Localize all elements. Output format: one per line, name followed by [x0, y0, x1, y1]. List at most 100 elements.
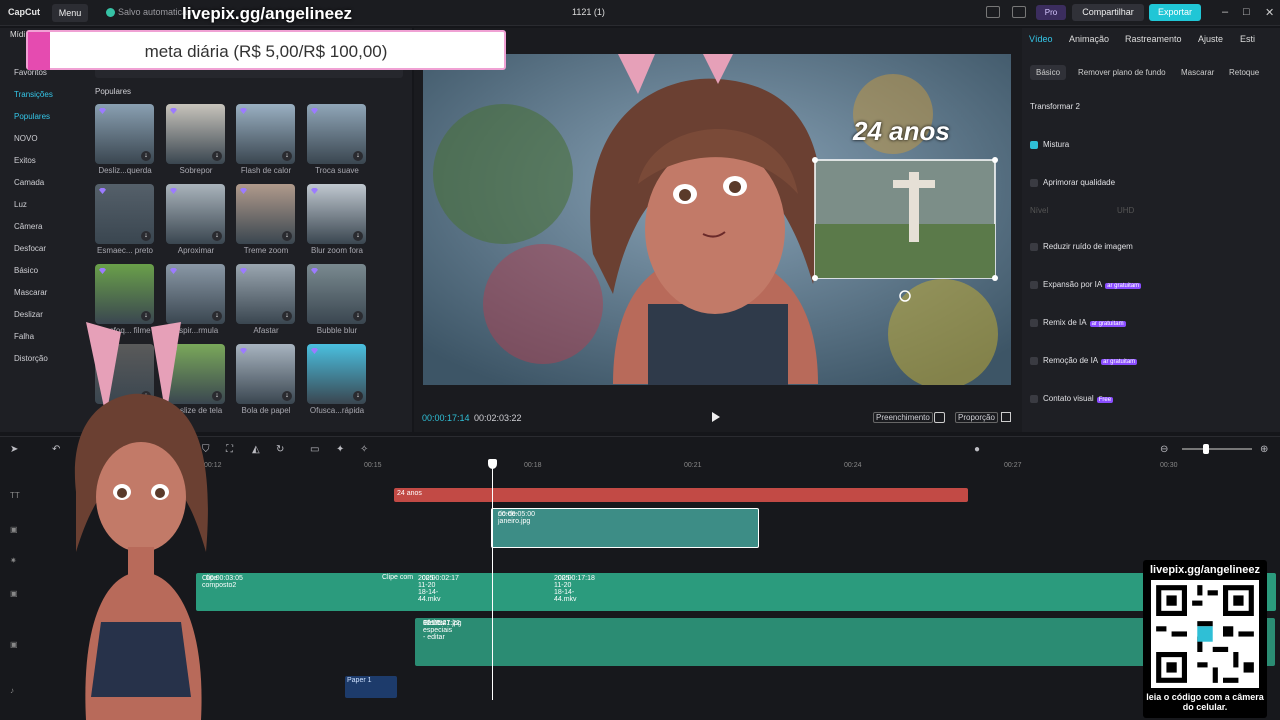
transition-thumbnail[interactable]: ↓ — [307, 264, 366, 324]
category-popular[interactable]: Populares — [14, 112, 50, 121]
category-light[interactable]: Luz — [14, 200, 27, 209]
main-video-track[interactable]: Clipe composto2 00:00:03:05 Clipe com 20… — [196, 573, 1276, 611]
ratio-button[interactable]: Proporção — [955, 412, 998, 423]
download-icon[interactable]: ↓ — [141, 311, 151, 321]
subtab-mask[interactable]: Mascarar — [1175, 65, 1220, 80]
download-icon[interactable]: ↓ — [141, 231, 151, 241]
magic-icon[interactable]: ✦ — [336, 444, 344, 455]
ai-icon[interactable]: ✧ — [360, 444, 368, 455]
crop-icon[interactable]: ⛶ — [226, 444, 233, 455]
category-hits[interactable]: Exitos — [14, 156, 36, 165]
category-mask[interactable]: Mascarar — [14, 288, 47, 297]
maximize-icon[interactable]: □ — [1243, 6, 1250, 18]
download-icon[interactable]: ↓ — [353, 231, 363, 241]
pro-badge[interactable]: Pro — [1036, 5, 1066, 20]
transition-thumbnail[interactable]: ↓ — [95, 184, 154, 244]
transition-thumbnail[interactable]: ↓ — [95, 104, 154, 164]
subtab-retouch[interactable]: Retoque — [1223, 65, 1265, 80]
download-icon[interactable]: ↓ — [353, 151, 363, 161]
transition-label: Sobrepor — [179, 166, 213, 175]
play-icon[interactable] — [712, 412, 720, 422]
download-icon[interactable]: ↓ — [212, 311, 222, 321]
close-icon[interactable]: ✕ — [1265, 6, 1274, 19]
transition-thumbnail[interactable]: ↓ — [95, 264, 154, 324]
minimize-icon[interactable]: – — [1222, 6, 1228, 18]
download-icon[interactable]: ↓ — [212, 231, 222, 241]
transition-thumbnail[interactable]: ↓ — [166, 104, 225, 164]
download-icon[interactable]: ↓ — [353, 311, 363, 321]
tab-animation[interactable]: Animação — [1069, 34, 1109, 44]
download-icon[interactable]: ↓ — [282, 151, 292, 161]
title-overlay-text[interactable]: 24 anos — [853, 116, 950, 147]
transition-thumbnail[interactable]: ↓ — [236, 344, 295, 404]
video-preview[interactable]: 24 anos — [423, 54, 1011, 385]
export-button[interactable]: Exportar — [1149, 4, 1201, 21]
transform-label[interactable]: Transformar 2 — [1030, 102, 1080, 111]
fullscreen-icon[interactable] — [1001, 412, 1011, 422]
ruler-tick: 00:24 — [844, 462, 862, 469]
download-icon[interactable]: ↓ — [141, 151, 151, 161]
fill-button[interactable]: Preenchimento — [873, 412, 933, 423]
ai-remove-checkbox[interactable] — [1030, 357, 1038, 365]
download-icon[interactable]: ↓ — [282, 391, 292, 401]
screenshot-icon[interactable] — [934, 412, 945, 423]
tab-adjust[interactable]: Ajuste — [1198, 34, 1223, 44]
ai-expand-checkbox[interactable] — [1030, 281, 1038, 289]
transition-thumbnail[interactable]: ↓ — [166, 184, 225, 244]
category-basic[interactable]: Básico — [14, 266, 38, 275]
category-new[interactable]: NOVO — [14, 134, 38, 143]
media-tab[interactable]: Mídi — [10, 30, 25, 39]
transition-thumbnail[interactable]: ↓ — [307, 344, 366, 404]
category-glitch[interactable]: Falha — [14, 332, 34, 341]
layout-icon[interactable] — [986, 6, 1000, 18]
transition-thumbnail[interactable]: ↓ — [307, 104, 366, 164]
transition-thumbnail[interactable]: ↓ — [236, 184, 295, 244]
playhead[interactable] — [492, 460, 493, 700]
zoom-out-icon[interactable]: ⊖ — [1160, 444, 1168, 455]
menu-button[interactable]: Menu — [52, 4, 88, 22]
enhance-checkbox[interactable] — [1030, 179, 1038, 187]
category-distortion[interactable]: Distorção — [14, 354, 48, 363]
download-icon[interactable]: ↓ — [282, 311, 292, 321]
category-layer[interactable]: Camada — [14, 178, 44, 187]
audio-clip[interactable]: Paper 1 — [345, 676, 397, 698]
download-icon[interactable]: ↓ — [282, 231, 292, 241]
level-label: Nível — [1030, 206, 1049, 215]
contact-checkbox[interactable] — [1030, 395, 1038, 403]
transition-thumbnail[interactable]: ↓ — [236, 264, 295, 324]
zoom-slider-handle[interactable] — [1203, 444, 1209, 454]
download-icon[interactable]: ↓ — [212, 151, 222, 161]
transition-thumbnail[interactable]: ↓ — [307, 184, 366, 244]
tab-tracking[interactable]: Rastreamento — [1125, 34, 1182, 44]
category-transitions[interactable]: Transições — [14, 90, 53, 99]
zoom-slider[interactable] — [1182, 448, 1252, 450]
category-slide[interactable]: Deslizar — [14, 310, 43, 319]
text-clip[interactable]: 24 anos — [394, 488, 968, 502]
playhead-handle[interactable] — [488, 459, 497, 469]
transition-thumbnail[interactable]: ↓ — [236, 104, 295, 164]
tab-style[interactable]: Esti — [1240, 34, 1255, 44]
subtab-basic[interactable]: Básico — [1030, 65, 1067, 80]
tab-video[interactable]: Vídeo — [1029, 34, 1053, 44]
transition-label: Blur zoom fora — [310, 246, 364, 255]
rotate-icon[interactable]: ↻ — [276, 444, 284, 455]
screen-icon[interactable] — [1012, 6, 1026, 18]
category-camera[interactable]: Câmera — [14, 222, 42, 231]
level-value[interactable]: UHD — [1117, 206, 1134, 215]
pro-gem-icon — [170, 268, 177, 274]
subtab-remove-bg[interactable]: Remover plano de fundo — [1072, 65, 1172, 80]
mic-icon[interactable]: ● — [974, 444, 980, 455]
zoom-in-icon[interactable]: ⊕ — [1260, 444, 1268, 455]
undo-icon[interactable]: ↶ — [52, 444, 60, 455]
mirror-icon[interactable]: ◭ — [252, 444, 260, 455]
ai-remix-checkbox[interactable] — [1030, 319, 1038, 327]
noise-checkbox[interactable] — [1030, 243, 1038, 251]
transition-thumbnail[interactable]: ↓ — [166, 264, 225, 324]
frame-icon[interactable]: ▭ — [310, 444, 319, 455]
category-blur[interactable]: Desfocar — [14, 244, 46, 253]
select-tool-icon[interactable]: ➤ — [10, 444, 18, 455]
download-icon[interactable]: ↓ — [353, 391, 363, 401]
share-button[interactable]: Compartilhar — [1072, 4, 1144, 21]
image-clip[interactable]: rio-de-janeiro.jpg 00:00:05:00 — [491, 508, 759, 548]
blend-checkbox[interactable] — [1030, 141, 1038, 149]
